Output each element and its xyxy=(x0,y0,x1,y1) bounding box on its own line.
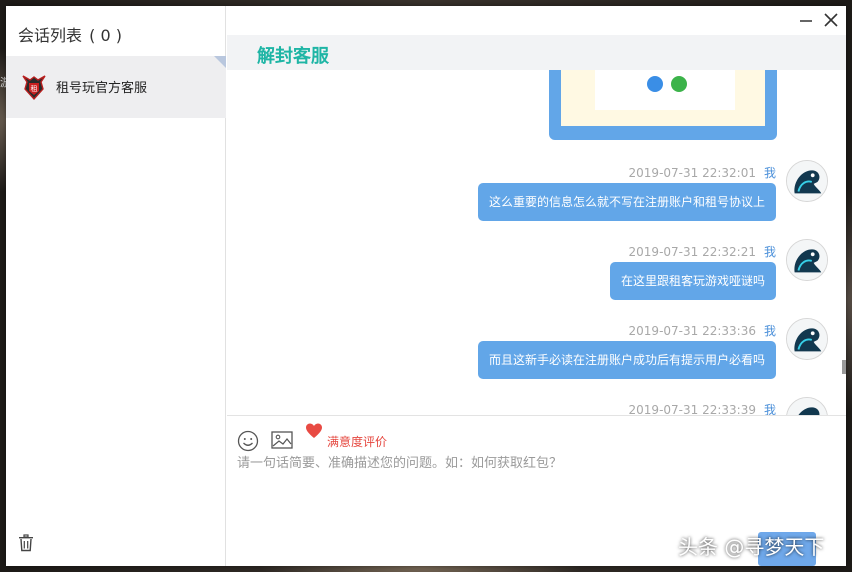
message-timestamp: 2019-07-31 22:33:36 xyxy=(628,324,756,338)
user-avatar-icon[interactable] xyxy=(786,397,828,415)
session-item-label: 租号玩官方客服 xyxy=(56,81,148,96)
user-avatar-icon[interactable] xyxy=(786,318,828,360)
message-sender: 我 xyxy=(763,324,776,338)
message-row: 2019-07-31 22:33:36 我 而且这新手必读在注册账户成功后有提示用… xyxy=(227,318,846,392)
scrollbar-thumb[interactable] xyxy=(842,360,846,374)
watermark-text: 头条 @寻梦天下 xyxy=(678,535,825,559)
heart-icon xyxy=(306,423,322,438)
message-meta: 2019-07-31 22:32:21 我 xyxy=(629,243,776,260)
satisfaction-rating-label: 满意度评价 xyxy=(327,435,388,449)
message-timestamp: 2019-07-31 22:33:39 xyxy=(628,403,756,415)
chat-title: 解封客服 xyxy=(257,46,329,67)
wechat-icon xyxy=(671,76,687,92)
message-bubble[interactable]: 这么重要的信息怎么就不写在注册账户和租号协议上 xyxy=(477,183,776,221)
user-avatar-icon[interactable] xyxy=(786,239,828,281)
session-sidebar: 会话列表 ( 0 ) 租 租号玩官方客服 xyxy=(6,6,226,566)
message-row-partial: 2019-07-31 22:33:39 我 xyxy=(227,397,846,415)
window-controls xyxy=(786,6,846,34)
message-row: 2019-07-31 22:32:01 我 这么重要的信息怎么就不写在注册账户和租… xyxy=(227,160,846,234)
message-list[interactable]: 2019-07-31 22:32:01 我 这么重要的信息怎么就不写在注册账户和租… xyxy=(227,70,846,415)
message-sender: 我 xyxy=(763,245,776,259)
close-icon[interactable] xyxy=(822,11,840,29)
chat-panel: 解封客服 2019-07-31 22:32:01 我 这么重要的信息怎么就不写在注… xyxy=(227,6,846,566)
message-sender: 我 xyxy=(763,403,776,415)
svg-text:租: 租 xyxy=(31,85,38,93)
image-message-bubble[interactable] xyxy=(549,70,777,140)
qq-icon xyxy=(647,76,663,92)
chat-window: 会话列表 ( 0 ) 租 租号玩官方客服 解封客服 2019-07-31 22:… xyxy=(6,6,846,566)
session-list-title-text: 会话列表 xyxy=(18,26,83,45)
session-list-title: 会话列表 ( 0 ) xyxy=(18,22,122,46)
message-input[interactable] xyxy=(237,452,827,532)
shield-logo-icon: 租 xyxy=(22,75,46,101)
message-meta: 2019-07-31 22:32:01 我 xyxy=(629,164,776,181)
session-count: ( 0 ) xyxy=(89,26,122,45)
image-message-preview xyxy=(561,70,765,126)
message-meta: 2019-07-31 22:33:39 我 xyxy=(629,401,776,415)
image-icon[interactable] xyxy=(271,430,293,450)
image-message-card xyxy=(595,70,735,110)
message-timestamp: 2019-07-31 22:32:01 xyxy=(628,166,756,180)
emoji-icon[interactable] xyxy=(237,430,259,452)
user-avatar-icon[interactable] xyxy=(786,160,828,202)
minimize-icon[interactable] xyxy=(798,12,814,28)
session-item-official-support[interactable]: 租 租号玩官方客服 xyxy=(6,56,226,118)
chat-header: 解封客服 xyxy=(227,35,846,70)
message-row: 2019-07-31 22:32:21 我 在这里跟租客玩游戏哑谜吗 xyxy=(227,239,846,313)
message-sender: 我 xyxy=(763,166,776,180)
message-timestamp: 2019-07-31 22:32:21 xyxy=(628,245,756,259)
message-bubble[interactable]: 而且这新手必读在注册账户成功后有提示用户必看吗 xyxy=(477,341,776,379)
message-meta: 2019-07-31 22:33:36 我 xyxy=(629,322,776,339)
trash-icon[interactable] xyxy=(18,534,34,552)
message-bubble[interactable]: 在这里跟租客玩游戏哑谜吗 xyxy=(609,262,776,300)
active-corner-marker xyxy=(214,56,226,68)
